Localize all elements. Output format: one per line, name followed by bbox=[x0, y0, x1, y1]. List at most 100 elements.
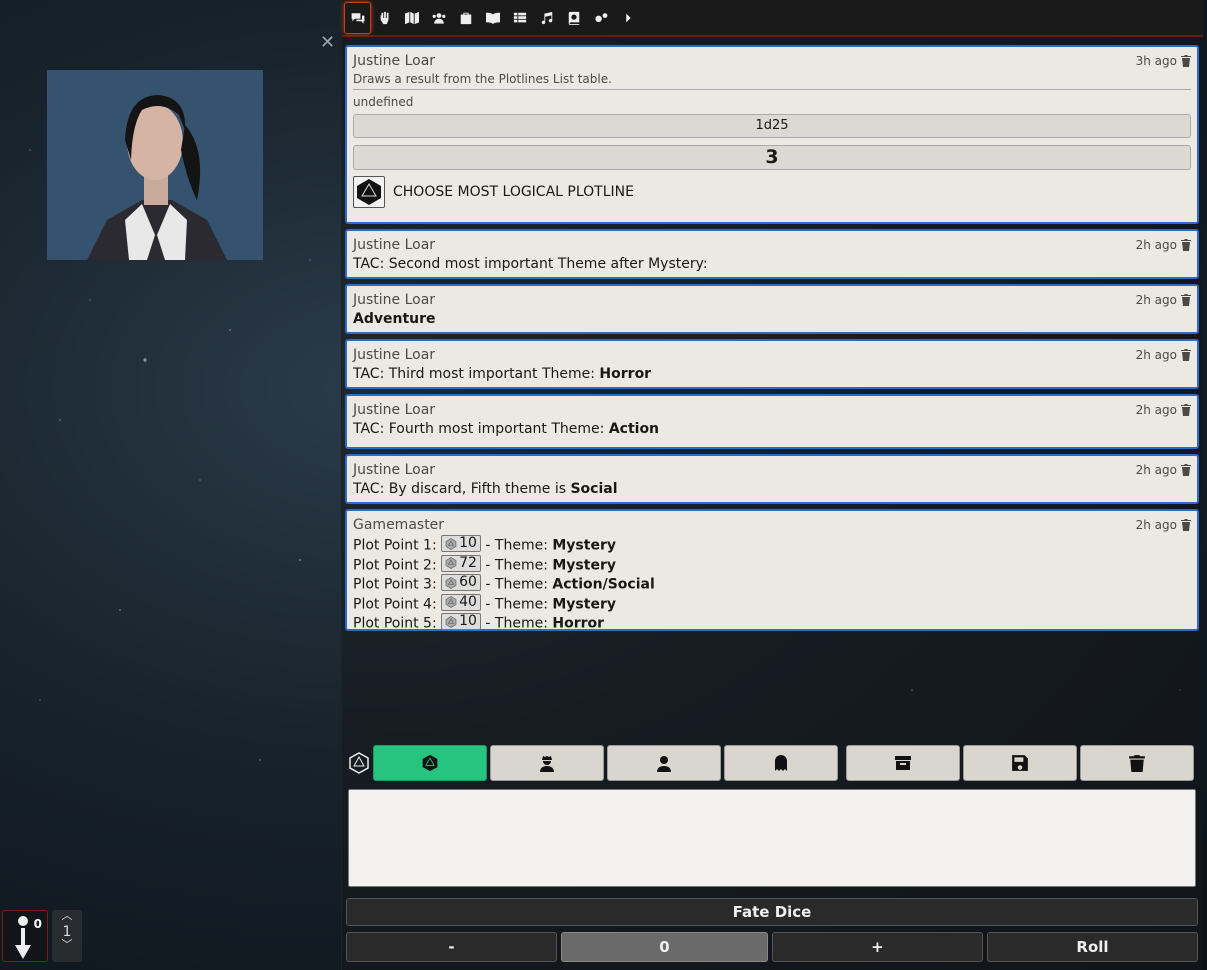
th-list-icon bbox=[513, 12, 526, 22]
self-roll-button[interactable] bbox=[607, 745, 721, 781]
dice-icon bbox=[445, 537, 457, 550]
dice-formula[interactable]: 1d25 bbox=[353, 114, 1191, 138]
chat-message: Justine Loar 2h ago TAC: Third most impo… bbox=[345, 339, 1199, 389]
tab-actors[interactable] bbox=[425, 2, 452, 34]
fate-points-count: 0 bbox=[33, 917, 42, 931]
inline-roll-value: 72 bbox=[459, 554, 477, 571]
trash-icon[interactable] bbox=[1181, 404, 1191, 416]
fate-minus-button[interactable]: - bbox=[346, 932, 558, 962]
comments-icon bbox=[351, 12, 364, 24]
suitcase-icon bbox=[460, 12, 471, 24]
inline-roll[interactable]: 10 bbox=[441, 535, 481, 552]
dice-icon bbox=[445, 615, 457, 628]
message-speaker: Justine Loar bbox=[353, 237, 436, 253]
close-icon[interactable]: ✕ bbox=[320, 32, 335, 53]
book-open-icon bbox=[485, 12, 500, 24]
inline-roll[interactable]: 10 bbox=[441, 613, 481, 630]
dice-icon bbox=[445, 596, 457, 608]
plot-point-line: Plot Point 3: 60 - Theme: Action/Social bbox=[353, 574, 1191, 594]
inline-roll[interactable]: 72 bbox=[441, 554, 481, 572]
plot-point-theme: Horror bbox=[552, 615, 605, 632]
message-speaker: Justine Loar bbox=[353, 402, 436, 418]
tab-playlists[interactable] bbox=[533, 2, 560, 34]
message-timestamp: 2h ago bbox=[1135, 403, 1177, 417]
caret-right-icon bbox=[625, 13, 631, 22]
ghost-icon bbox=[775, 755, 787, 771]
save-button[interactable] bbox=[963, 745, 1077, 781]
message-speaker: Justine Loar bbox=[353, 462, 436, 478]
public-roll-button[interactable] bbox=[373, 745, 487, 781]
tab-combat[interactable] bbox=[371, 2, 398, 34]
message-timestamp: 2h ago bbox=[1135, 518, 1177, 532]
turn-counter-widget[interactable]: ︿ 1 ﹀ bbox=[52, 910, 82, 962]
trash-icon[interactable] bbox=[1181, 464, 1191, 476]
trash-icon[interactable] bbox=[1181, 239, 1191, 251]
plot-point-separator: - Theme: bbox=[480, 596, 553, 612]
d20-icon bbox=[345, 752, 373, 774]
chat-message: Justine Loar 2h ago TAC: Second most imp… bbox=[345, 229, 1199, 279]
table-result: CHOOSE MOST LOGICAL PLOTLINE bbox=[353, 176, 1191, 208]
plot-point-theme: Mystery bbox=[552, 557, 616, 573]
dice-icon bbox=[445, 576, 457, 589]
fate-dice-controls: - 0 + Roll bbox=[346, 932, 1198, 962]
trash-icon[interactable] bbox=[1181, 294, 1191, 306]
message-timestamp: 3h ago bbox=[1135, 54, 1177, 68]
chevron-down-icon[interactable]: ﹀ bbox=[52, 939, 82, 951]
plot-point-line: Plot Point 1: 10 - Theme: Mystery bbox=[353, 535, 1191, 555]
message-speaker: Gamemaster bbox=[353, 517, 445, 533]
message-timestamp: 2h ago bbox=[1135, 238, 1177, 252]
fate-points-widget[interactable]: 0 bbox=[2, 910, 48, 962]
export-button[interactable] bbox=[846, 745, 960, 781]
message-speaker: Justine Loar bbox=[353, 53, 436, 69]
roll-type-bar bbox=[345, 745, 1197, 781]
tab-scenes[interactable] bbox=[398, 2, 425, 34]
clear-chat-button[interactable] bbox=[1080, 745, 1194, 781]
plot-point-line: Plot Point 2: 72 - Theme: Mystery bbox=[353, 554, 1191, 575]
tab-collapse[interactable] bbox=[614, 2, 641, 34]
message-undefined-text: undefined bbox=[353, 95, 414, 109]
message-content: TAC: Second most important Theme after M… bbox=[353, 256, 708, 272]
chat-message: Justine Loar 3h ago Draws a result from … bbox=[345, 45, 1199, 224]
character-portrait bbox=[47, 70, 263, 260]
tab-items[interactable] bbox=[452, 2, 479, 34]
chat-log: Justine Loar 3h ago Draws a result from … bbox=[345, 45, 1199, 636]
plot-points-list: Plot Point 1: 10 - Theme: Mystery Plot Po… bbox=[353, 535, 1191, 633]
cogs-icon bbox=[594, 12, 607, 22]
plot-point-label: Plot Point 5: bbox=[353, 615, 442, 632]
gm-roll-button[interactable] bbox=[490, 745, 604, 781]
tab-tables[interactable] bbox=[506, 2, 533, 34]
chat-message: Justine Loar 2h ago Adventure bbox=[345, 284, 1199, 334]
trash-icon[interactable] bbox=[1181, 519, 1191, 531]
fist-raised-icon bbox=[380, 11, 388, 24]
blind-roll-button[interactable] bbox=[724, 745, 838, 781]
sidebar: Justine Loar 3h ago Draws a result from … bbox=[341, 0, 1203, 970]
plot-point-theme: Action/Social bbox=[552, 576, 655, 593]
plot-point-theme: Mystery bbox=[552, 537, 616, 554]
inline-roll[interactable]: 60 bbox=[441, 574, 481, 591]
chat-message: Gamemaster 2h ago Plot Point 1: 10 - The… bbox=[345, 509, 1199, 633]
fate-plus-button[interactable]: + bbox=[771, 932, 983, 962]
message-timestamp: 2h ago bbox=[1135, 463, 1177, 477]
plot-point-separator: - Theme: bbox=[480, 576, 553, 593]
message-content: TAC: Fourth most important Theme: Action bbox=[353, 421, 660, 437]
inline-roll-value: 10 bbox=[459, 613, 477, 629]
trash-icon[interactable] bbox=[1181, 349, 1191, 361]
inline-roll[interactable]: 40 bbox=[441, 593, 481, 611]
users-icon bbox=[432, 12, 445, 24]
chat-message-input[interactable] bbox=[348, 789, 1196, 887]
message-flavor: Draws a result from the Plotlines List t… bbox=[353, 72, 1191, 90]
plot-point-theme: Mystery bbox=[552, 596, 616, 612]
dice-icon bbox=[445, 557, 457, 569]
dice-total: 3 bbox=[353, 145, 1191, 170]
trash-icon[interactable] bbox=[1181, 55, 1191, 67]
music-icon bbox=[541, 11, 552, 24]
tab-journal[interactable] bbox=[479, 2, 506, 34]
tab-settings[interactable] bbox=[587, 2, 614, 34]
user-secret-icon bbox=[540, 756, 554, 772]
tab-compendium[interactable] bbox=[560, 2, 587, 34]
tab-chat[interactable] bbox=[344, 1, 371, 34]
inline-roll-value: 40 bbox=[459, 593, 477, 610]
fate-roll-button[interactable]: Roll bbox=[986, 932, 1198, 962]
fate-modifier-value[interactable]: 0 bbox=[561, 932, 768, 962]
chevron-up-icon[interactable]: ︿ bbox=[52, 910, 82, 922]
